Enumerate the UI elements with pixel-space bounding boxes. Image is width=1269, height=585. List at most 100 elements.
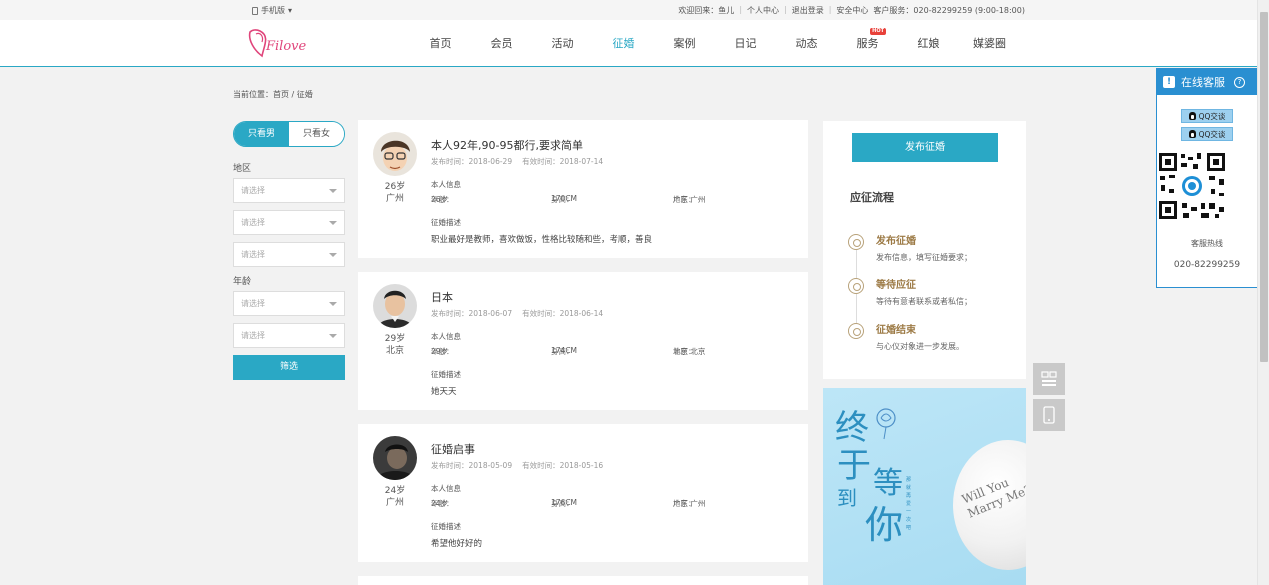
age-label: 年龄 <box>233 277 252 287</box>
region-field-label: 地区： <box>673 347 696 356</box>
nav-services[interactable]: 服务 HOT <box>837 20 898 67</box>
listing-dates: 发布时间：2018-06-07 有效时间：2018-06-14 <box>431 308 613 319</box>
user-center-link[interactable]: 个人中心 <box>747 5 779 16</box>
nav-services-label: 服务 <box>856 37 879 50</box>
listing-card[interactable] <box>358 576 808 585</box>
age-text: 29岁 <box>384 334 406 344</box>
divider: | <box>828 5 832 14</box>
step-title: 征婚结束 <box>876 325 916 336</box>
security-center-link[interactable]: 安全中心 <box>836 5 868 16</box>
toggle-female[interactable]: 只看女 <box>289 122 344 146</box>
gender-toggle: 只看男 只看女 <box>233 121 345 147</box>
info-label: 本人信息 <box>431 180 461 189</box>
select-placeholder: 请选择 <box>241 218 265 227</box>
nav-diary[interactable]: 日记 <box>715 20 776 67</box>
listing-title[interactable]: 日本 <box>431 289 453 305</box>
customer-service-panel: ! 在线客服 ? QQ交谈 QQ交谈 客服热线 020-82299259 <box>1156 68 1258 288</box>
step-desc: 与心仪对象进一步发展。 <box>876 342 964 351</box>
height-field-label: 身高： <box>551 195 574 204</box>
region-label: 地区 <box>233 164 252 174</box>
breadcrumb: 当前位置：首页 / 征婚 <box>233 90 313 99</box>
qq-chat-button[interactable]: QQ交谈 <box>1181 109 1233 123</box>
hot-badge: HOT <box>870 28 886 35</box>
flower-icon <box>848 323 864 339</box>
listing-title[interactable]: 本人92年,90-95都行,要求简单 <box>431 137 583 153</box>
age-text: 26岁 <box>384 182 406 192</box>
avatar[interactable] <box>373 132 417 176</box>
chevron-down-icon: ▾ <box>288 6 293 15</box>
mobile-float-button[interactable] <box>1033 399 1065 431</box>
mobile-version-link[interactable]: 手机版 ▾ <box>252 5 292 16</box>
hotline-label: 客服热线 <box>1191 239 1223 248</box>
banner-char: 你 <box>865 503 904 547</box>
listing-title[interactable]: 征婚启事 <box>431 441 475 457</box>
scrollbar-thumb[interactable] <box>1260 12 1268 362</box>
cs-header[interactable]: ! 在线客服 ? <box>1157 69 1257 95</box>
logo[interactable]: Filove <box>246 26 310 60</box>
listing-card[interactable]: 29岁 北京 日本 发布时间：2018-06-07 有效时间：2018-06-14 … <box>358 272 808 410</box>
nav-matchmaker[interactable]: 红娘 <box>898 20 959 67</box>
top-links: 欢迎回来：鱼儿 | 个人中心 | 退出登录 | 安全中心 客户服务：020-82… <box>678 5 1025 16</box>
qr-code-icon <box>1041 371 1057 386</box>
scrollbar[interactable] <box>1257 0 1269 585</box>
publish-date: 发布时间：2018-06-07 <box>431 309 513 318</box>
nav-home[interactable]: 首页 <box>410 20 471 67</box>
banner-char: 到 <box>837 486 857 510</box>
nav-matchmaker-circle[interactable]: 媒婆圈 <box>959 20 1020 67</box>
main-nav: 首页 会员 活动 征婚 案例 日记 动态 服务 HOT 红娘 媒婆圈 <box>410 20 1020 67</box>
nav-marriage-seeking[interactable]: 征婚 <box>593 20 654 67</box>
age-min-select[interactable]: 请选择 <box>233 291 345 316</box>
select-placeholder: 请选择 <box>241 250 265 259</box>
logout-link[interactable]: 退出登录 <box>792 5 824 16</box>
age-max-select[interactable]: 请选择 <box>233 323 345 348</box>
alert-icon: ! <box>1163 76 1175 88</box>
publish-button[interactable]: 发布征婚 <box>852 133 998 162</box>
qr-code <box>1157 151 1227 221</box>
listing-card[interactable]: 26岁广州 本人92年,90-95都行,要求简单 发布时间：2018-06-29… <box>358 120 808 258</box>
filter-panel: 只看男 只看女 地区 请选择 请选择 请选择 年龄 请选择 请选择 筛选 <box>233 121 345 380</box>
age-location: 29岁北京 <box>373 333 417 357</box>
flower-icon <box>848 234 864 250</box>
listing-description: 她天天 <box>431 387 457 397</box>
avatar[interactable] <box>373 284 417 328</box>
avatar[interactable] <box>373 436 417 480</box>
listing-dates: 发布时间：2018-06-29 有效时间：2018-07-14 <box>431 156 613 167</box>
step-desc: 发布信息，填写征婚要求； <box>876 253 972 262</box>
province-select[interactable]: 请选择 <box>233 178 345 203</box>
customer-service-text: 客户服务：020-82299259 (9:00-18:00) <box>873 6 1025 15</box>
publish-date: 发布时间：2018-05-09 <box>431 461 513 470</box>
cs-title: 在线客服 <box>1181 76 1225 89</box>
qq-chat-button[interactable]: QQ交谈 <box>1181 127 1233 141</box>
listing-dates: 发布时间：2018-05-09 有效时间：2018-05-16 <box>431 460 613 471</box>
region-field-label: 地区： <box>673 195 696 204</box>
chevron-down-icon <box>329 221 337 225</box>
age-location: 26岁广州 <box>373 181 417 205</box>
process-panel: 发布征婚 应征流程 发布征婚 发布信息，填写征婚要求； 等待应征 等待有意者联系… <box>823 121 1026 379</box>
qq-chat-label: QQ交谈 <box>1198 111 1226 121</box>
qq-penguin-icon <box>1188 130 1196 138</box>
valid-date: 有效时间：2018-05-16 <box>522 461 604 470</box>
mobile-version-label: 手机版 <box>261 6 285 15</box>
age-location: 24岁 广州 <box>373 485 417 509</box>
nav-members[interactable]: 会员 <box>471 20 532 67</box>
nav-cases[interactable]: 案例 <box>654 20 715 67</box>
nav-activities[interactable]: 活动 <box>532 20 593 67</box>
process-title: 应征流程 <box>850 191 894 204</box>
filter-button[interactable]: 筛选 <box>233 355 345 380</box>
city-text: 北京 <box>385 346 404 356</box>
step-title: 等待应征 <box>876 280 916 291</box>
city-text: 广州 <box>385 498 404 508</box>
divider: | <box>739 5 743 14</box>
qr-float-button[interactable] <box>1033 363 1065 395</box>
info-label: 本人信息 <box>431 332 461 341</box>
city-select[interactable]: 请选择 <box>233 210 345 235</box>
height-field-label: 身高： <box>551 347 574 356</box>
promo-banner[interactable]: 终 于 等 到 你 那就 再爱一次 吧 Will You Marry Me? <box>823 388 1026 585</box>
select-placeholder: 请选择 <box>241 186 265 195</box>
listing-card[interactable]: 24岁 广州 征婚启事 发布时间：2018-05-09 有效时间：2018-05-1… <box>358 424 808 562</box>
city-text: 广州 <box>385 194 404 204</box>
district-select[interactable]: 请选择 <box>233 242 345 267</box>
nav-news[interactable]: 动态 <box>776 20 837 67</box>
chevron-down-icon <box>329 334 337 338</box>
toggle-male[interactable]: 只看男 <box>234 122 289 146</box>
